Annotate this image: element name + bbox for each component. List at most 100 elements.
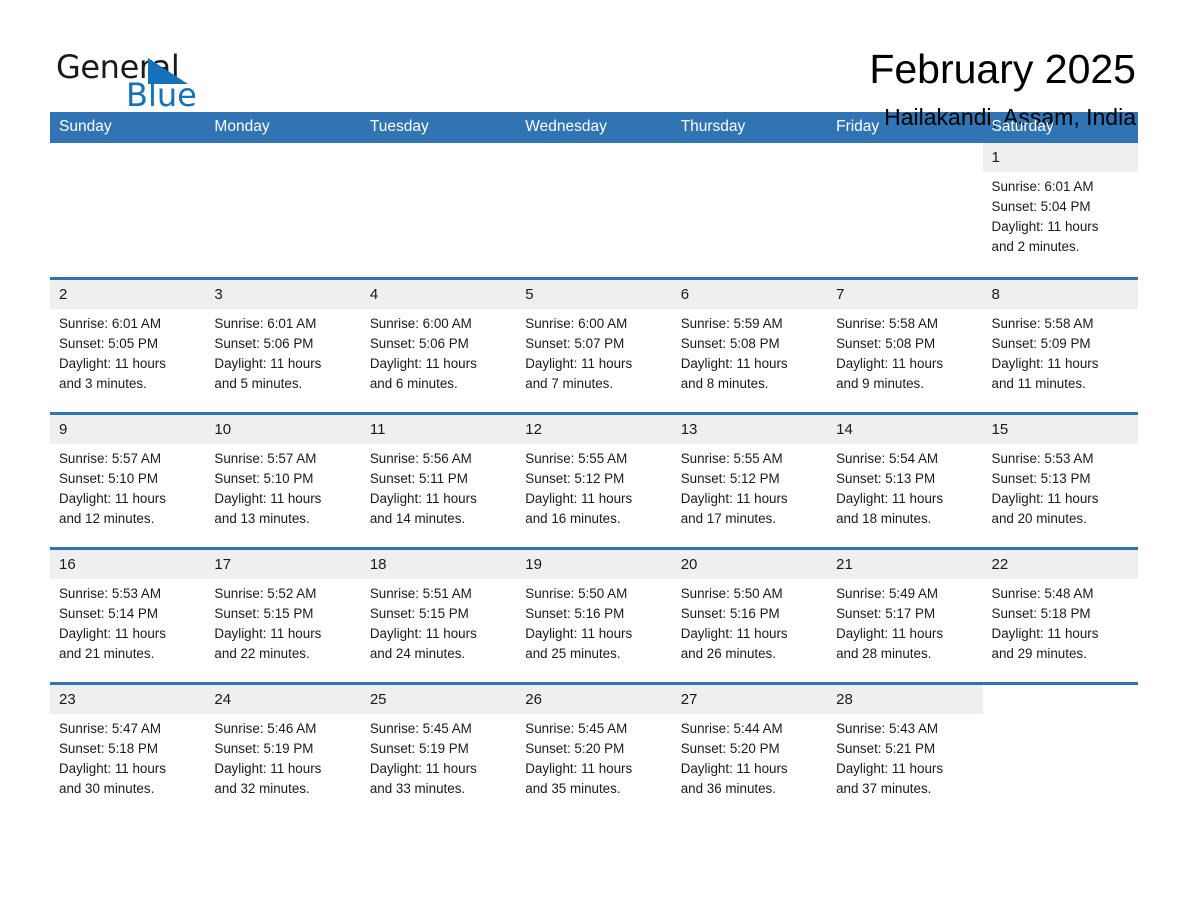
day-cell-empty <box>827 143 982 278</box>
day-cell[interactable]: 28 Sunrise: 5:43 AM Sunset: 5:21 PM Dayligh… <box>827 681 983 818</box>
day-details: Sunrise: 6:00 AM Sunset: 5:06 PM Daylight:… <box>361 309 516 394</box>
sunset-text: Sunset: 5:18 PM <box>991 605 1091 621</box>
daylight-text-line2: and 30 minutes. <box>59 780 155 796</box>
day-details: Sunrise: 6:01 AM Sunset: 5:04 PM Daylight:… <box>983 172 1138 257</box>
day-number: 10 <box>205 414 361 444</box>
day-number: 7 <box>827 279 983 309</box>
day-cell[interactable]: 20 Sunrise: 5:50 AM Sunset: 5:16 PM Dayligh… <box>671 546 828 683</box>
sunrise-text: Sunrise: 6:00 AM <box>369 315 472 331</box>
sunrise-text: Sunrise: 5:53 AM <box>59 585 161 601</box>
sunrise-text: Sunrise: 6:00 AM <box>525 315 628 331</box>
day-cell[interactable]: 21 Sunrise: 5:49 AM Sunset: 5:17 PM Dayligh… <box>827 546 983 683</box>
daylight-text-line1: Daylight: 11 hours <box>525 355 633 371</box>
day-cell[interactable]: 16 Sunrise: 5:53 AM Sunset: 5:14 PM Dayligh… <box>50 546 206 683</box>
logo-text-blue: Blue <box>126 76 197 114</box>
sunrise-text: Sunrise: 5:57 AM <box>59 450 161 466</box>
day-cell[interactable]: 10 Sunrise: 5:57 AM Sunset: 5:10 PM Dayligh… <box>205 411 361 548</box>
calendar-week-row: 9 Sunrise: 5:57 AM Sunset: 5:10 PM Daylight… <box>50 411 1138 548</box>
sunrise-text: Sunrise: 5:56 AM <box>369 450 472 466</box>
day-cell[interactable]: 27 Sunrise: 5:44 AM Sunset: 5:20 PM Dayligh… <box>671 681 828 818</box>
general-blue-logo[interactable]: General Blue <box>50 46 200 116</box>
day-cell-empty <box>205 143 360 278</box>
sunset-text: Sunset: 5:16 PM <box>525 605 625 621</box>
day-cell[interactable]: 12 Sunrise: 5:55 AM Sunset: 5:12 PM Dayligh… <box>516 411 672 548</box>
day-cell[interactable]: 18 Sunrise: 5:51 AM Sunset: 5:15 PM Dayligh… <box>360 546 517 683</box>
daylight-text-line1: Daylight: 11 hours <box>991 625 1099 641</box>
weekday-header-tuesday: Tuesday <box>360 112 517 143</box>
day-cell[interactable]: 3 Sunrise: 6:01 AM Sunset: 5:06 PM Daylight… <box>205 276 361 413</box>
day-number: 19 <box>516 549 672 579</box>
daylight-text-line1: Daylight: 11 hours <box>836 760 944 776</box>
day-details: Sunrise: 5:45 AM Sunset: 5:20 PM Daylight:… <box>516 714 671 799</box>
day-details: Sunrise: 5:57 AM Sunset: 5:10 PM Daylight:… <box>205 444 360 529</box>
sunset-text: Sunset: 5:12 PM <box>680 470 780 486</box>
day-cell[interactable]: 26 Sunrise: 5:45 AM Sunset: 5:20 PM Dayligh… <box>516 681 672 818</box>
day-cell[interactable]: 6 Sunrise: 5:59 AM Sunset: 5:08 PM Daylight… <box>671 276 828 413</box>
day-cell[interactable]: 5 Sunrise: 6:00 AM Sunset: 5:07 PM Daylight… <box>516 276 672 413</box>
day-number: 9 <box>50 414 206 444</box>
day-number <box>361 143 516 172</box>
daylight-text-line2: and 28 minutes. <box>836 645 932 661</box>
day-cell[interactable]: 24 Sunrise: 5:46 AM Sunset: 5:19 PM Dayligh… <box>205 681 361 818</box>
daylight-text-line2: and 7 minutes. <box>525 375 614 391</box>
daylight-text-line2: and 14 minutes. <box>369 510 466 526</box>
daylight-text-line2: and 16 minutes. <box>525 510 621 526</box>
day-number <box>827 143 982 172</box>
day-cell[interactable]: 17 Sunrise: 5:52 AM Sunset: 5:15 PM Dayligh… <box>205 546 361 683</box>
sunset-text: Sunset: 5:15 PM <box>369 605 469 621</box>
daylight-text-line1: Daylight: 11 hours <box>836 625 944 641</box>
day-cell[interactable]: 14 Sunrise: 5:54 AM Sunset: 5:13 PM Dayligh… <box>827 411 983 548</box>
daylight-text-line1: Daylight: 11 hours <box>369 625 477 641</box>
day-number: 15 <box>982 414 1138 444</box>
sunrise-sunset-calendar: Sunday Monday Tuesday Wednesday Thursday… <box>50 112 1138 818</box>
day-cell[interactable]: 19 Sunrise: 5:50 AM Sunset: 5:16 PM Dayligh… <box>516 546 672 683</box>
day-cell[interactable]: 4 Sunrise: 6:00 AM Sunset: 5:06 PM Daylight… <box>360 276 517 413</box>
sunset-text: Sunset: 5:20 PM <box>680 740 780 756</box>
daylight-text-line1: Daylight: 11 hours <box>836 355 944 371</box>
day-cell[interactable]: 23 Sunrise: 5:47 AM Sunset: 5:18 PM Dayligh… <box>50 681 206 818</box>
sunrise-text: Sunrise: 5:44 AM <box>680 720 783 736</box>
sunset-text: Sunset: 5:04 PM <box>991 199 1091 214</box>
daylight-text-line1: Daylight: 11 hours <box>991 490 1099 506</box>
day-cell[interactable]: 25 Sunrise: 5:45 AM Sunset: 5:19 PM Dayligh… <box>360 681 517 818</box>
sunset-text: Sunset: 5:15 PM <box>214 605 314 621</box>
day-cell-empty <box>361 143 516 278</box>
day-details: Sunrise: 5:55 AM Sunset: 5:12 PM Daylight:… <box>516 444 671 529</box>
day-cell[interactable]: 1 Sunrise: 6:01 AM Sunset: 5:04 PM Daylight… <box>982 143 1138 278</box>
day-cell[interactable]: 15 Sunrise: 5:53 AM Sunset: 5:13 PM Dayligh… <box>982 411 1138 548</box>
day-details: Sunrise: 5:50 AM Sunset: 5:16 PM Daylight:… <box>516 579 671 664</box>
day-number: 11 <box>360 414 517 444</box>
day-cell-empty <box>672 143 827 278</box>
calendar-page: General Blue February 2025 Hailakandi, A… <box>0 0 1188 918</box>
sunset-text: Sunset: 5:08 PM <box>836 335 936 351</box>
daylight-text-line2: and 3 minutes. <box>59 375 147 391</box>
day-cell[interactable]: 11 Sunrise: 5:56 AM Sunset: 5:11 PM Dayligh… <box>360 411 517 548</box>
calendar-body: 1 Sunrise: 6:01 AM Sunset: 5:04 PM Daylight… <box>50 143 1138 818</box>
daylight-text-line2: and 22 minutes. <box>214 645 310 661</box>
daylight-text-line2: and 8 minutes. <box>680 375 769 391</box>
daylight-text-line2: and 13 minutes. <box>214 510 310 526</box>
sunset-text: Sunset: 5:19 PM <box>214 740 314 756</box>
day-cell[interactable]: 8 Sunrise: 5:58 AM Sunset: 5:09 PM Daylight… <box>982 276 1138 413</box>
day-details: Sunrise: 5:46 AM Sunset: 5:19 PM Daylight:… <box>205 714 360 799</box>
day-cell[interactable]: 13 Sunrise: 5:55 AM Sunset: 5:12 PM Dayligh… <box>671 411 828 548</box>
day-number: 26 <box>516 684 672 714</box>
day-details: Sunrise: 5:45 AM Sunset: 5:19 PM Daylight:… <box>361 714 516 799</box>
sunrise-text: Sunrise: 5:49 AM <box>836 585 939 601</box>
day-number <box>672 143 827 172</box>
calendar-week-row: 23 Sunrise: 5:47 AM Sunset: 5:18 PM Dayligh… <box>50 681 1138 818</box>
day-cell[interactable]: 2 Sunrise: 6:01 AM Sunset: 5:05 PM Daylight… <box>50 276 206 413</box>
day-number: 2 <box>50 279 206 309</box>
day-number: 22 <box>982 549 1138 579</box>
day-cell[interactable]: 7 Sunrise: 5:58 AM Sunset: 5:08 PM Daylight… <box>827 276 983 413</box>
daylight-text-line2: and 33 minutes. <box>369 780 466 796</box>
day-number: 17 <box>205 549 361 579</box>
day-cell[interactable]: 9 Sunrise: 5:57 AM Sunset: 5:10 PM Daylight… <box>50 411 206 548</box>
daylight-text-line2: and 21 minutes. <box>59 645 155 661</box>
day-cell[interactable]: 22 Sunrise: 5:48 AM Sunset: 5:18 PM Dayligh… <box>982 546 1138 683</box>
sunset-text: Sunset: 5:11 PM <box>369 470 468 486</box>
day-details: Sunrise: 6:00 AM Sunset: 5:07 PM Daylight:… <box>516 309 671 394</box>
daylight-text-line2: and 37 minutes. <box>836 780 932 796</box>
day-number: 27 <box>671 684 828 714</box>
daylight-text-line1: Daylight: 11 hours <box>59 760 166 776</box>
